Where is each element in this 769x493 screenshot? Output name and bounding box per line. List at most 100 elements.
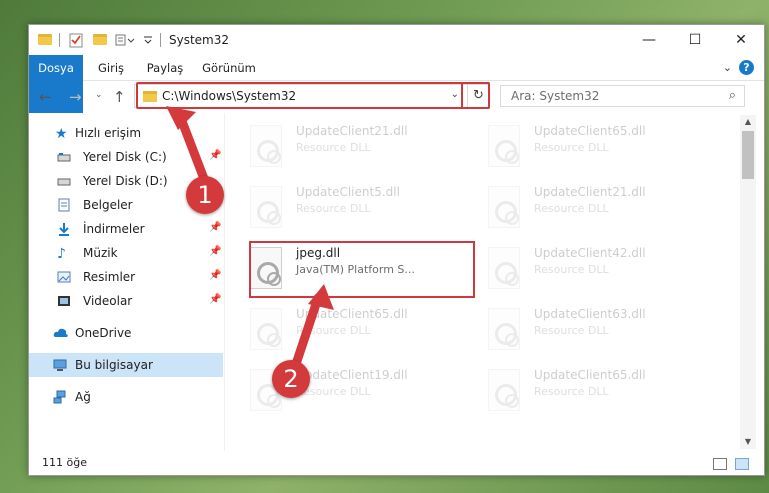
close-button[interactable]: ✕: [718, 25, 764, 55]
step-2-badge: 2: [272, 360, 310, 398]
file-item[interactable]: UpdateClient65.dll Resource DLL: [226, 304, 456, 362]
nav-item-quick-access[interactable]: ★ Hızlı erişim: [29, 121, 223, 145]
step-1-badge: 1: [186, 176, 224, 214]
item-count: 111 öğe: [42, 456, 87, 469]
refresh-highlight: [461, 82, 490, 109]
ribbon-expand-icon[interactable]: ⌄: [723, 61, 732, 74]
large-icons-view-icon[interactable]: [735, 458, 749, 470]
pin-icon[interactable]: 📌: [209, 294, 221, 305]
properties-icon[interactable]: [69, 32, 83, 48]
file-name: UpdateClient65.dll: [296, 307, 408, 321]
nav-item-label: Bu bilgisayar: [75, 358, 153, 372]
file-item[interactable]: UpdateClient19.dll Resource DLL: [226, 365, 456, 423]
scroll-up-icon[interactable]: ▲: [740, 115, 756, 129]
new-folder-icon[interactable]: [93, 34, 107, 45]
status-bar: 111 öğe: [29, 453, 764, 475]
file-description: Resource DLL: [296, 141, 371, 154]
customize-toolbar-icon[interactable]: [115, 32, 137, 48]
vertical-scrollbar[interactable]: ▲ ▼: [740, 115, 756, 449]
separator: [160, 33, 161, 47]
forward-arrow-icon[interactable]: →: [69, 88, 82, 106]
nav-item-pictures[interactable]: Resimler 📌: [29, 265, 223, 289]
back-arrow-icon[interactable]: ←: [39, 88, 52, 106]
help-button[interactable]: ?: [739, 60, 754, 75]
music-icon: ♪: [57, 246, 66, 262]
nav-item-label: Yerel Disk (C:): [83, 150, 167, 164]
details-view-icon[interactable]: [713, 458, 727, 470]
search-placeholder: Ara: System32: [511, 89, 600, 103]
file-item[interactable]: UpdateClient65.dll Resource DLL: [464, 365, 694, 423]
nav-item-onedrive[interactable]: OneDrive: [29, 321, 223, 345]
file-highlight: [249, 241, 475, 298]
file-description: Resource DLL: [534, 385, 609, 398]
pane-divider[interactable]: [224, 113, 225, 451]
drive-icon: [57, 153, 71, 162]
nav-item-label: Ağ: [75, 390, 91, 404]
nav-item-label: İndirmeler: [83, 222, 145, 236]
title-bar: System32 — ☐ ✕: [29, 25, 764, 55]
pin-icon[interactable]: 📌: [209, 150, 221, 161]
file-item[interactable]: UpdateClient21.dll Resource DLL: [464, 182, 694, 240]
up-arrow-icon[interactable]: ↑: [113, 88, 126, 106]
file-name: UpdateClient63.dll: [534, 307, 646, 321]
nav-item-local-disk-c[interactable]: Yerel Disk (C:) 📌: [29, 145, 223, 169]
dll-file-icon: [488, 186, 520, 228]
chevron-down-icon[interactable]: [143, 32, 153, 48]
separator: [59, 33, 60, 47]
file-description: Resource DLL: [534, 324, 609, 337]
nav-item-videos[interactable]: Videolar 📌: [29, 289, 223, 313]
window-title: System32: [169, 33, 230, 47]
tab-home[interactable]: Giriş: [91, 55, 131, 81]
scroll-down-icon[interactable]: ▼: [740, 435, 756, 449]
nav-item-this-pc[interactable]: Bu bilgisayar: [29, 353, 223, 377]
minimize-button[interactable]: —: [626, 25, 672, 55]
nav-item-network[interactable]: Ağ: [29, 385, 223, 409]
file-item[interactable]: UpdateClient65.dll Resource DLL: [464, 121, 694, 179]
pin-icon[interactable]: 📌: [209, 270, 221, 281]
dll-file-icon: [488, 247, 520, 289]
star-icon: ★: [55, 126, 68, 142]
picture-icon: [57, 271, 71, 283]
dll-file-icon: [488, 308, 520, 350]
nav-item-label: Resimler: [83, 270, 136, 284]
file-name: UpdateClient5.dll: [296, 185, 400, 199]
dll-file-icon: [488, 369, 520, 411]
explorer-window: System32 — ☐ ✕ Dosya Giriş Paylaş Görünü…: [28, 24, 765, 476]
file-description: Resource DLL: [296, 324, 371, 337]
file-name: UpdateClient19.dll: [296, 368, 408, 382]
nav-item-music[interactable]: ♪ Müzik 📌: [29, 241, 223, 265]
file-item[interactable]: UpdateClient42.dll Resource DLL: [464, 243, 694, 301]
nav-item-label: OneDrive: [75, 326, 132, 340]
download-icon: [59, 223, 69, 236]
file-item[interactable]: UpdateClient63.dll Resource DLL: [464, 304, 694, 362]
drive-icon: [57, 178, 71, 186]
search-icon[interactable]: ⌕: [729, 88, 736, 103]
folder-icon[interactable]: [38, 34, 52, 45]
address-highlight: [136, 82, 490, 109]
video-icon: [58, 296, 70, 306]
pin-icon[interactable]: 📌: [209, 222, 221, 233]
file-description: Resource DLL: [534, 202, 609, 215]
scroll-thumb[interactable]: [742, 131, 754, 179]
nav-item-label: Belgeler: [83, 198, 133, 212]
file-name: UpdateClient21.dll: [296, 124, 408, 138]
tab-share[interactable]: Paylaş: [142, 55, 188, 81]
network-icon: [53, 390, 66, 404]
pin-icon[interactable]: 📌: [209, 246, 221, 257]
cloud-icon: [53, 328, 68, 337]
address-row: ← → ⌄ ↑ C:\Windows\System32 ⌄ ↻ Ara: Sys…: [29, 82, 764, 112]
search-input[interactable]: Ara: System32 ⌕: [500, 85, 745, 107]
recent-locations-icon[interactable]: ⌄: [95, 90, 103, 100]
nav-item-downloads[interactable]: İndirmeler 📌: [29, 217, 223, 241]
file-item[interactable]: UpdateClient21.dll Resource DLL: [226, 121, 456, 179]
file-description: Resource DLL: [534, 263, 609, 276]
maximize-button[interactable]: ☐: [672, 25, 718, 55]
dll-file-icon: [488, 125, 520, 167]
file-name: UpdateClient21.dll: [534, 185, 646, 199]
document-icon: [58, 198, 70, 212]
file-name: UpdateClient65.dll: [534, 124, 646, 138]
file-item[interactable]: UpdateClient5.dll Resource DLL: [226, 182, 456, 240]
tab-view[interactable]: Görünüm: [201, 55, 257, 81]
navigation-pane: ★ Hızlı erişim Yerel Disk (C:) 📌 Yerel D…: [29, 115, 223, 445]
ribbon-tabs: Dosya Giriş Paylaş Görünüm ⌄ ?: [29, 55, 764, 113]
